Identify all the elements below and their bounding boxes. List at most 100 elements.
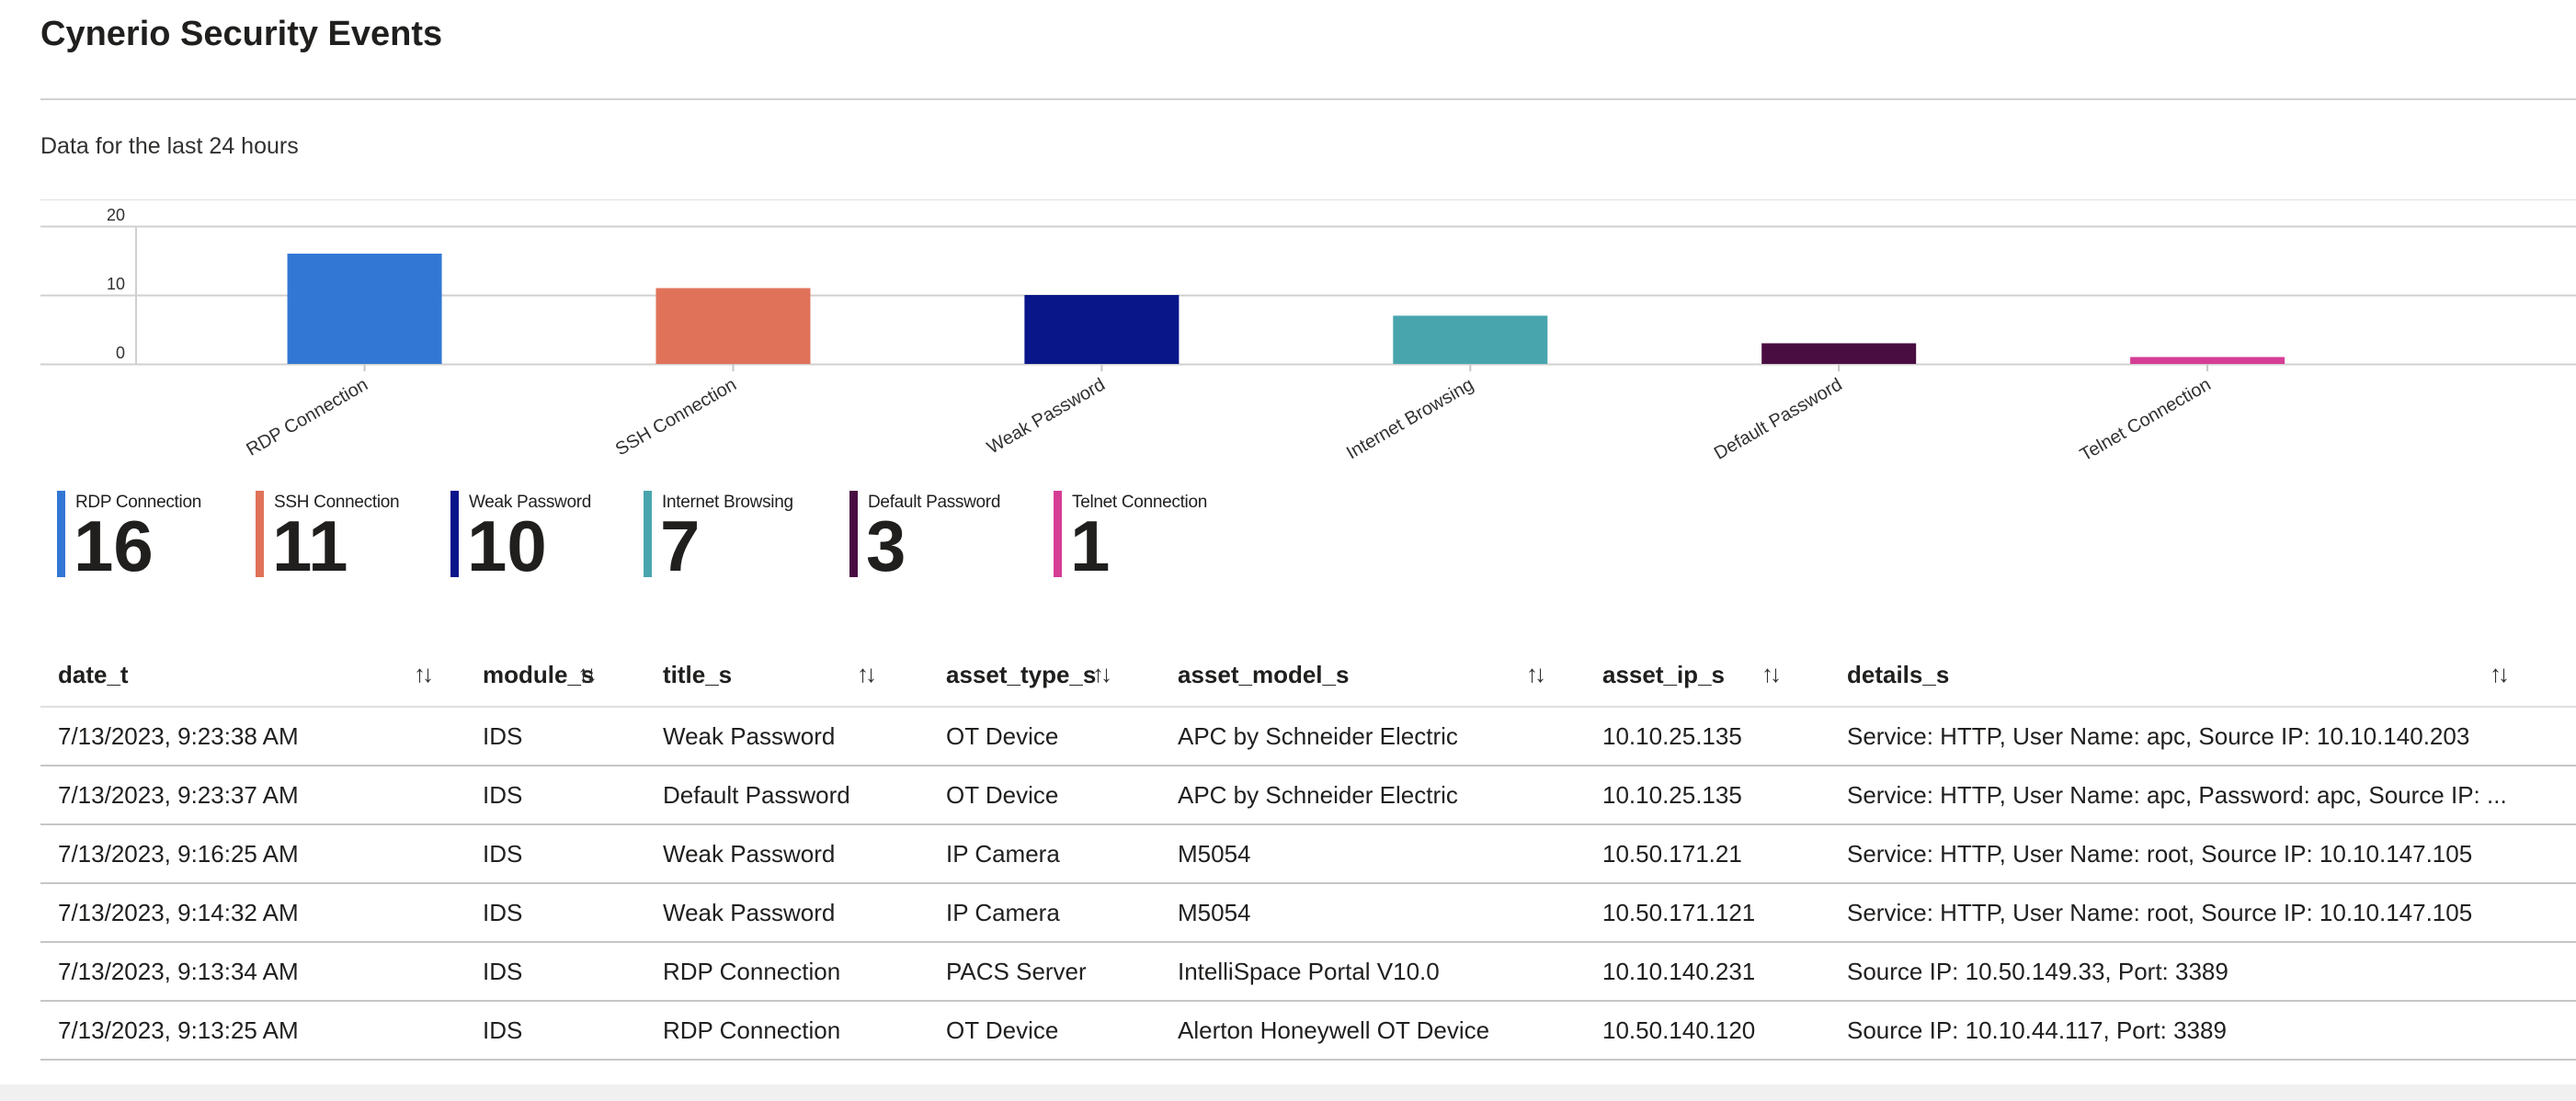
cell-asset-model-s: M5054 xyxy=(1160,883,1585,943)
table-row[interactable]: 7/13/2023, 9:14:32 AM IDS Weak Password IP … xyxy=(40,883,2576,943)
sort-icon[interactable]: ↑↓ xyxy=(577,660,598,688)
events-table: date_t ↑↓ module_s ↑↓ title_s ↑↓ asset_type_s ↑… xyxy=(40,643,2576,1061)
cell-asset-ip-s: 10.10.140.231 xyxy=(1585,942,1829,1002)
cell-details-s: Service: HTTP, User Name: apc, Source IP… xyxy=(1829,707,2576,766)
table-row[interactable]: 7/13/2023, 9:13:34 AM IDS RDP Connection PA… xyxy=(40,942,2576,1002)
column-header-module-s[interactable]: module_s ↑↓ xyxy=(465,643,645,708)
column-header-label: date_t xyxy=(58,660,129,688)
column-header-label: details_s xyxy=(1847,660,1950,688)
x-tick-label: Internet Browsing xyxy=(1343,374,1477,463)
cell-asset-ip-s: 10.50.171.21 xyxy=(1585,824,1829,884)
header-divider xyxy=(40,98,2576,100)
table-row[interactable]: 7/13/2023, 9:23:38 AM IDS Weak Password OT … xyxy=(40,707,2576,766)
y-tick-label: 0 xyxy=(116,344,125,362)
cell-module-s: IDS xyxy=(465,1001,645,1061)
cell-module-s: IDS xyxy=(465,942,645,1002)
column-header-asset-ip-s[interactable]: asset_ip_s ↑↓ xyxy=(1585,643,1829,708)
cell-asset-model-s: Alerton Honeywell OT Device xyxy=(1160,1001,1585,1061)
sort-icon[interactable]: ↑↓ xyxy=(857,660,877,688)
sort-icon[interactable]: ↑↓ xyxy=(414,660,434,688)
x-tick-label: Weak Password xyxy=(984,374,1109,458)
cell-asset-type-s: OT Device xyxy=(929,1001,1160,1061)
column-header-asset-type-s[interactable]: asset_type_s ↑↓ xyxy=(929,643,1160,708)
tile-color-bar xyxy=(450,491,459,577)
cell-title-s: RDP Connection xyxy=(645,942,929,1002)
tile-color-bar xyxy=(256,491,264,577)
cell-date-t: 7/13/2023, 9:14:32 AM xyxy=(40,883,465,943)
cell-title-s: Weak Password xyxy=(645,883,929,943)
tile-value: 3 xyxy=(866,505,906,586)
chart-subtitle: Data for the last 24 hours xyxy=(40,133,299,159)
cell-asset-model-s: APC by Schneider Electric xyxy=(1160,766,1585,825)
cell-asset-type-s: IP Camera xyxy=(929,824,1160,884)
cell-date-t: 7/13/2023, 9:16:25 AM xyxy=(40,824,465,884)
cell-module-s: IDS xyxy=(465,883,645,943)
column-header-date-t[interactable]: date_t ↑↓ xyxy=(40,643,465,708)
cell-date-t: 7/13/2023, 9:13:34 AM xyxy=(40,942,465,1002)
tile-value: 16 xyxy=(74,505,154,586)
cell-module-s: IDS xyxy=(465,824,645,884)
bar xyxy=(1393,315,1548,364)
table-row[interactable]: 7/13/2023, 9:13:25 AM IDS RDP Connection OT… xyxy=(40,1001,2576,1061)
column-header-label: title_s xyxy=(663,660,733,688)
cell-asset-model-s: M5054 xyxy=(1160,824,1585,884)
cell-asset-model-s: IntelliSpace Portal V10.0 xyxy=(1160,942,1585,1002)
cell-title-s: RDP Connection xyxy=(645,1001,929,1061)
bar xyxy=(2130,357,2285,364)
tile-color-bar xyxy=(849,491,858,577)
cell-module-s: IDS xyxy=(465,707,645,766)
cell-asset-ip-s: 10.50.140.120 xyxy=(1585,1001,1829,1061)
table-row[interactable]: 7/13/2023, 9:23:37 AM IDS Default Password… xyxy=(40,766,2576,825)
table-header-row: date_t ↑↓ module_s ↑↓ title_s ↑↓ asset_type_s ↑… xyxy=(40,643,2576,708)
x-tick-label: Telnet Connection xyxy=(2077,374,2215,465)
bar xyxy=(287,254,442,364)
tile-color-bar xyxy=(644,491,652,577)
y-tick-label: 10 xyxy=(107,275,125,293)
cell-asset-model-s: APC by Schneider Electric xyxy=(1160,707,1585,766)
tile-value: 7 xyxy=(660,505,701,586)
column-header-asset-model-s[interactable]: asset_model_s ↑↓ xyxy=(1160,643,1585,708)
y-tick-label: 20 xyxy=(107,206,125,224)
x-tick-label: Default Password xyxy=(1711,374,1846,463)
cell-asset-ip-s: 10.50.171.121 xyxy=(1585,883,1829,943)
page-title: Cynerio Security Events xyxy=(40,15,443,53)
table-row[interactable]: 7/13/2023, 9:16:25 AM IDS Weak Password IP … xyxy=(40,824,2576,884)
cell-module-s: IDS xyxy=(465,766,645,825)
cell-asset-type-s: OT Device xyxy=(929,707,1160,766)
tile-color-bar xyxy=(57,491,65,577)
sort-icon[interactable]: ↑↓ xyxy=(1092,660,1112,688)
column-header-label: asset_type_s xyxy=(946,660,1097,688)
cell-details-s: Service: HTTP, User Name: root, Source I… xyxy=(1829,824,2576,884)
cell-details-s: Service: HTTP, User Name: root, Source I… xyxy=(1829,883,2576,943)
horizontal-scrollbar[interactable] xyxy=(0,1084,2576,1101)
sort-icon[interactable]: ↑↓ xyxy=(1761,660,1782,688)
column-header-details-s[interactable]: details_s ↑↓ xyxy=(1829,643,2576,708)
cell-details-s: Service: HTTP, User Name: apc, Password:… xyxy=(1829,766,2576,825)
cell-asset-type-s: OT Device xyxy=(929,766,1160,825)
cell-date-t: 7/13/2023, 9:23:38 AM xyxy=(40,707,465,766)
sort-icon[interactable]: ↑↓ xyxy=(1526,660,1546,688)
table-body: 7/13/2023, 9:23:38 AM IDS Weak Password OT … xyxy=(40,707,2576,1061)
cell-details-s: Source IP: 10.50.149.33, Port: 3389 xyxy=(1829,942,2576,1002)
column-header-label: asset_ip_s xyxy=(1602,660,1725,688)
bar xyxy=(1024,295,1180,364)
x-tick-label: SSH Connection xyxy=(612,374,740,460)
tile-color-bar xyxy=(1054,491,1062,577)
cell-title-s: Weak Password xyxy=(645,824,929,884)
cell-details-s: Source IP: 10.10.44.117, Port: 3389 xyxy=(1829,1001,2576,1061)
bar-chart: 0 10 20 RDP Connection SSH Connection Weak Pa… xyxy=(40,206,2576,466)
bar xyxy=(1761,343,1917,364)
tile-value: 11 xyxy=(272,505,348,586)
cell-title-s: Default Password xyxy=(645,766,929,825)
tile-value: 10 xyxy=(467,505,547,586)
cell-title-s: Weak Password xyxy=(645,707,929,766)
column-header-label: asset_model_s xyxy=(1178,660,1350,688)
bar xyxy=(655,288,811,364)
tile-value: 1 xyxy=(1070,505,1111,586)
cell-date-t: 7/13/2023, 9:13:25 AM xyxy=(40,1001,465,1061)
column-header-title-s[interactable]: title_s ↑↓ xyxy=(645,643,929,708)
cell-asset-type-s: PACS Server xyxy=(929,942,1160,1002)
sort-icon[interactable]: ↑↓ xyxy=(2490,660,2510,688)
cell-date-t: 7/13/2023, 9:23:37 AM xyxy=(40,766,465,825)
cell-asset-ip-s: 10.10.25.135 xyxy=(1585,707,1829,766)
